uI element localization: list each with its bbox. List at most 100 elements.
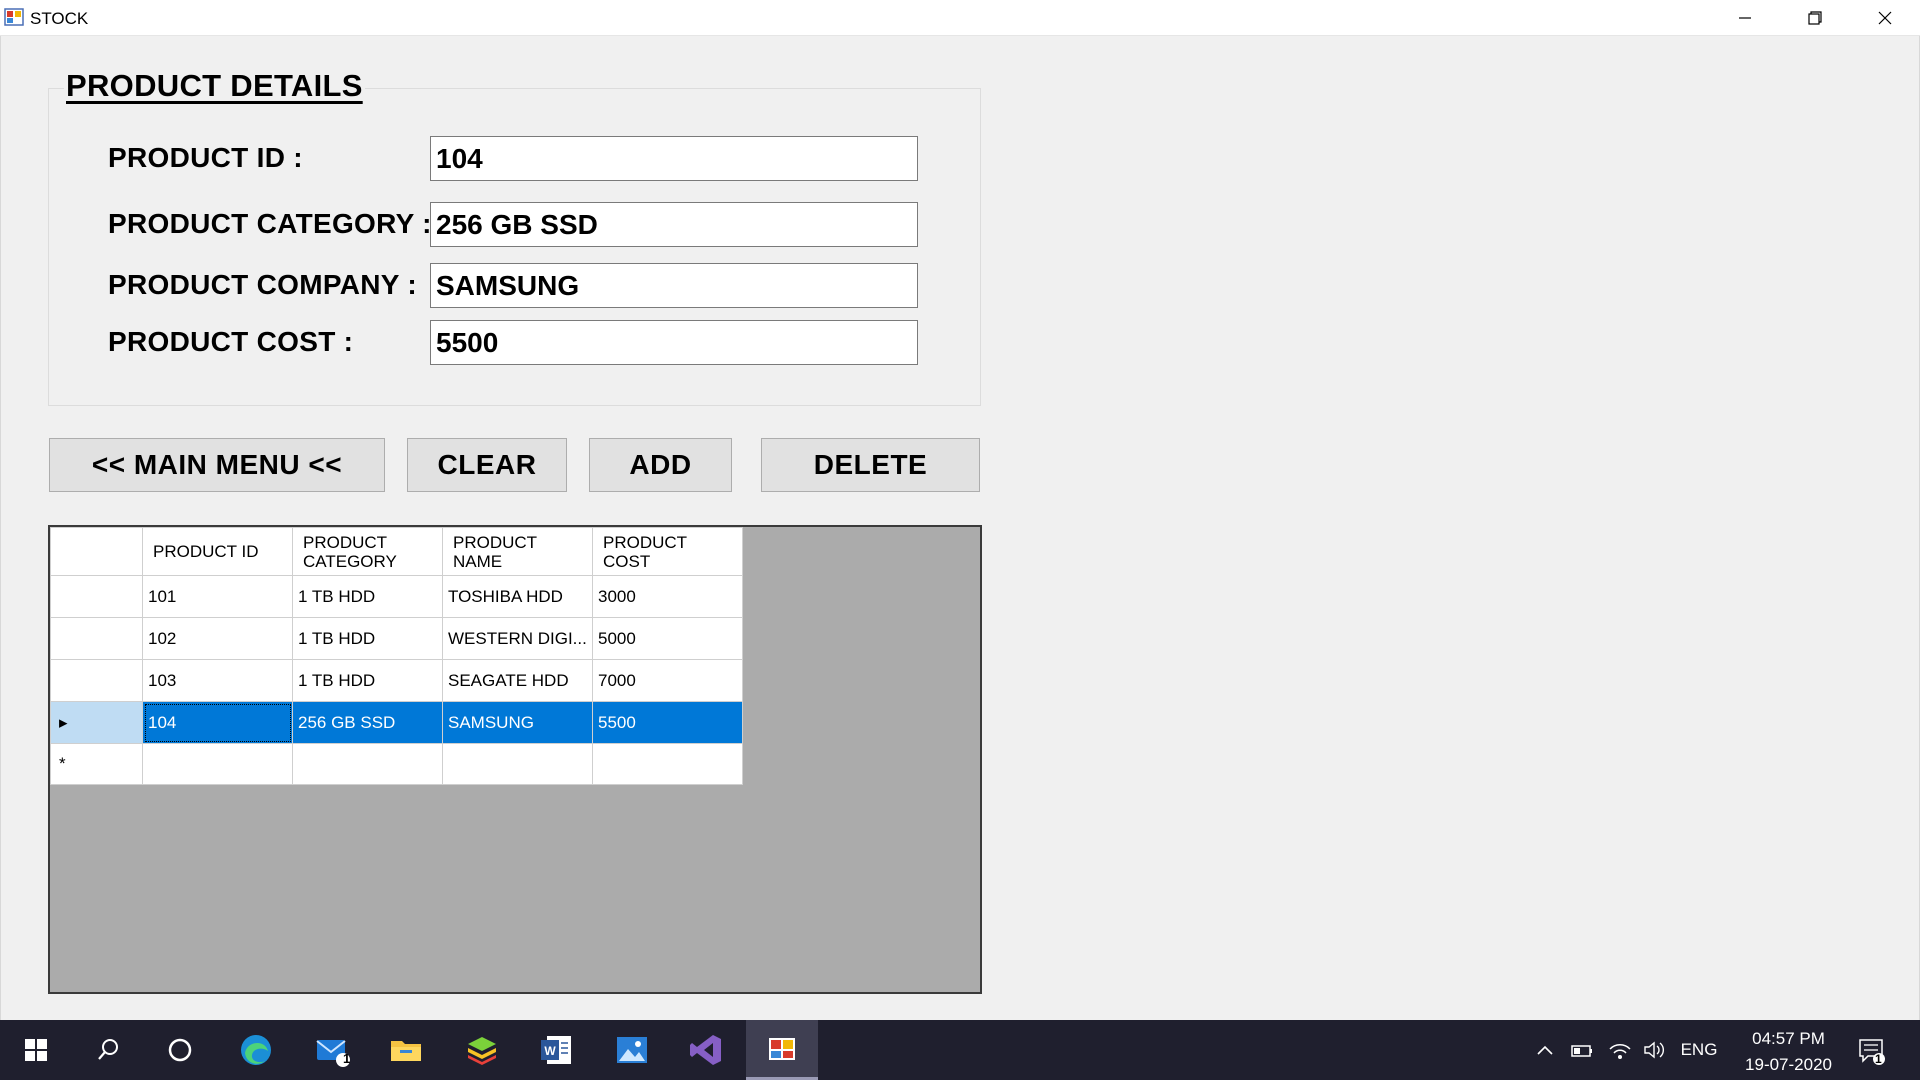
table-cell[interactable]: 1 TB HDD bbox=[292, 575, 443, 618]
clock-time: 04:57 PM bbox=[1752, 1029, 1825, 1048]
column-header-text: PRODUCT ID bbox=[153, 542, 259, 561]
volume-tray-button[interactable] bbox=[1638, 1020, 1670, 1080]
table-cell[interactable] bbox=[142, 743, 293, 785]
wifi-tray-button[interactable] bbox=[1604, 1020, 1636, 1080]
taskbar-app-mail[interactable]: 1 bbox=[296, 1020, 368, 1080]
taskbar-app-bluestacks[interactable] bbox=[446, 1020, 518, 1080]
column-header-product-cost[interactable]: PRODUCT COST bbox=[592, 527, 743, 576]
table-row[interactable]: 101 1 TB HDD TOSHIBA HDD 3000 bbox=[50, 575, 743, 618]
column-header-text: CATEGORY bbox=[303, 551, 397, 571]
windows-start-icon bbox=[25, 1039, 47, 1061]
column-header-product-category[interactable]: PRODUCT CATEGORY bbox=[292, 527, 443, 576]
product-cost-label: PRODUCT COST : bbox=[108, 326, 354, 357]
file-explorer-icon bbox=[391, 1041, 421, 1061]
table-cell[interactable]: WESTERN DIGI... bbox=[442, 617, 593, 660]
products-grid[interactable]: PRODUCT ID PRODUCT CATEGORY PRODUCT NAME P… bbox=[48, 525, 982, 994]
table-cell[interactable]: 5000 bbox=[592, 617, 743, 660]
table-new-row[interactable]: * bbox=[50, 743, 743, 785]
table-cell[interactable]: 3000 bbox=[592, 575, 743, 618]
product-category-label: PRODUCT CATEGORY : bbox=[108, 208, 432, 239]
table-cell[interactable]: 102 bbox=[142, 617, 293, 660]
minimize-button[interactable] bbox=[1710, 0, 1780, 36]
row-header-new[interactable]: * bbox=[50, 743, 143, 785]
product-cost-input[interactable] bbox=[430, 320, 918, 365]
bluestacks-icon bbox=[468, 1037, 496, 1065]
table-cell[interactable]: SAMSUNG bbox=[442, 701, 593, 744]
window-title: STOCK bbox=[30, 9, 89, 28]
main-menu-button[interactable]: << MAIN MENU << bbox=[49, 438, 385, 492]
grid-header-row: PRODUCT ID PRODUCT CATEGORY PRODUCT NAME P… bbox=[50, 527, 743, 576]
battery-tray-button[interactable] bbox=[1566, 1020, 1598, 1080]
table-cell[interactable] bbox=[442, 743, 593, 785]
taskbar-app-photos[interactable] bbox=[596, 1020, 668, 1080]
table-cell[interactable]: 1 TB HDD bbox=[292, 659, 443, 702]
row-header[interactable] bbox=[50, 575, 143, 618]
table-cell[interactable]: 7000 bbox=[592, 659, 743, 702]
table-cell[interactable] bbox=[292, 743, 443, 785]
table-cell[interactable]: 5500 bbox=[592, 701, 743, 744]
search-button[interactable] bbox=[72, 1020, 144, 1080]
column-header-text: PRODUCT bbox=[603, 532, 688, 552]
cortana-icon bbox=[168, 1038, 192, 1062]
row-header[interactable] bbox=[50, 659, 143, 702]
mail-badge: 1 bbox=[343, 1051, 351, 1066]
taskbar-app-edge[interactable] bbox=[220, 1020, 292, 1080]
edge-icon bbox=[241, 1035, 271, 1065]
table-cell[interactable]: 103 bbox=[142, 659, 293, 702]
column-header-text: NAME bbox=[453, 551, 503, 571]
taskbar-app-stock[interactable] bbox=[746, 1020, 818, 1080]
volume-icon bbox=[1644, 1041, 1664, 1059]
clear-button[interactable]: CLEAR bbox=[407, 438, 567, 492]
table-cell[interactable] bbox=[592, 743, 743, 785]
title-bar: STOCK bbox=[0, 0, 1920, 36]
restore-button[interactable] bbox=[1780, 0, 1850, 36]
system-clock[interactable]: 04:57 PM 19-07-2020 bbox=[1745, 1026, 1832, 1078]
table-cell[interactable]: 101 bbox=[142, 575, 293, 618]
close-button[interactable] bbox=[1850, 0, 1920, 36]
row-header[interactable] bbox=[50, 617, 143, 660]
table-cell-current[interactable]: 104 bbox=[142, 701, 293, 744]
app-icon bbox=[4, 8, 24, 26]
taskbar-app-file-explorer[interactable] bbox=[370, 1020, 442, 1080]
table-row[interactable]: 102 1 TB HDD WESTERN DIGI... 5000 bbox=[50, 617, 743, 660]
table-cell[interactable]: SEAGATE HDD bbox=[442, 659, 593, 702]
restore-icon bbox=[1808, 11, 1822, 25]
windows-start-button[interactable] bbox=[0, 1020, 72, 1080]
language-indicator[interactable]: ENG bbox=[1676, 1020, 1722, 1080]
grid-corner-header[interactable] bbox=[50, 527, 143, 576]
column-header-text: PRODUCT bbox=[453, 532, 538, 552]
product-id-label: PRODUCT ID : bbox=[108, 142, 303, 173]
wifi-icon bbox=[1609, 1044, 1631, 1059]
chevron-up-icon bbox=[1537, 1045, 1553, 1055]
cortana-button[interactable] bbox=[144, 1020, 216, 1080]
add-button[interactable]: ADD bbox=[589, 438, 732, 492]
product-company-label: PRODUCT COMPANY : bbox=[108, 269, 417, 300]
table-row-selected[interactable]: ▸ 104 256 GB SSD SAMSUNG 5500 bbox=[50, 701, 743, 744]
action-center-button[interactable]: 1 bbox=[1848, 1020, 1894, 1080]
column-header-product-name[interactable]: PRODUCT NAME bbox=[442, 527, 593, 576]
product-id-input[interactable] bbox=[430, 136, 918, 181]
product-category-input[interactable] bbox=[430, 202, 918, 247]
product-company-input[interactable] bbox=[430, 263, 918, 308]
table-cell[interactable]: 256 GB SSD bbox=[292, 701, 443, 744]
minimize-icon bbox=[1739, 17, 1751, 19]
table-cell[interactable]: 1 TB HDD bbox=[292, 617, 443, 660]
table-row[interactable]: 103 1 TB HDD SEAGATE HDD 7000 bbox=[50, 659, 743, 702]
column-header-text: COST bbox=[603, 551, 651, 571]
battery-icon bbox=[1571, 1045, 1592, 1057]
taskbar-app-visual-studio[interactable] bbox=[670, 1020, 742, 1080]
column-header-product-id[interactable]: PRODUCT ID bbox=[142, 527, 293, 576]
search-icon bbox=[98, 1039, 118, 1060]
stock-app-icon bbox=[769, 1037, 795, 1060]
notification-badge: 1 bbox=[1875, 1052, 1882, 1066]
row-header-current[interactable]: ▸ bbox=[50, 701, 143, 744]
table-cell[interactable]: TOSHIBA HDD bbox=[442, 575, 593, 618]
current-row-arrow-icon: ▸ bbox=[59, 712, 68, 732]
clock-date: 19-07-2020 bbox=[1745, 1055, 1832, 1074]
taskbar: 1 W ENG 04:57 PM 19-07-2020 1 bbox=[0, 1020, 1920, 1080]
new-row-asterisk-icon: * bbox=[59, 754, 66, 773]
delete-button[interactable]: DELETE bbox=[761, 438, 980, 492]
visual-studio-icon bbox=[690, 1035, 721, 1065]
taskbar-app-word[interactable]: W bbox=[520, 1020, 592, 1080]
show-hidden-icons-button[interactable] bbox=[1530, 1020, 1560, 1080]
